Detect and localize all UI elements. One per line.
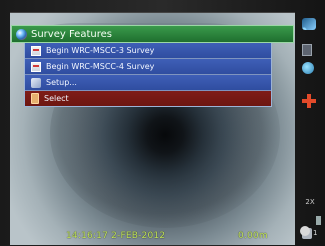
menu-item-setup[interactable]: Setup...	[25, 75, 271, 91]
memory-card-icon	[302, 44, 312, 56]
network-icon	[302, 62, 314, 74]
distance-overlay: 0.00m	[238, 231, 268, 241]
globe-icon	[16, 28, 27, 40]
menu-item-label: Setup...	[46, 78, 77, 87]
menu-title: Survey Features	[31, 28, 112, 40]
directional-pad-icon	[302, 94, 316, 108]
setup-tools-icon	[31, 77, 41, 88]
menu-item-begin-wrc-mscc-3[interactable]: Begin WRC-MSCC-3 Survey	[25, 43, 271, 59]
indicator-icon	[316, 216, 321, 225]
bottom-count: 1	[313, 229, 318, 237]
survey-document-icon	[31, 61, 41, 72]
menu-items: Begin WRC-MSCC-3 Survey Begin WRC-MSCC-4…	[24, 43, 272, 107]
menu-item-select[interactable]: Select	[25, 91, 271, 106]
menu-item-label: Begin WRC-MSCC-3 Survey	[46, 46, 155, 55]
wifi-icon	[302, 18, 316, 30]
menu-item-label: Begin WRC-MSCC-4 Survey	[46, 62, 155, 71]
menu-item-begin-wrc-mscc-4[interactable]: Begin WRC-MSCC-4 Survey	[25, 59, 271, 75]
survey-features-menu: Survey Features Begin WRC-MSCC-3 Survey …	[10, 25, 294, 107]
zoom-icon: 2X	[302, 198, 318, 214]
status-sidebar: 2X	[299, 18, 323, 242]
camera-screen: Survey Features Begin WRC-MSCC-3 Survey …	[10, 12, 295, 245]
select-icon	[31, 93, 39, 104]
menu-item-label: Select	[44, 94, 69, 103]
timestamp-overlay: 14:16:17 2-FEB-2012	[66, 231, 166, 241]
survey-document-icon	[31, 45, 41, 56]
menu-title-bar: Survey Features	[11, 25, 294, 43]
camera-icon	[300, 226, 310, 236]
zoom-label: 2X	[305, 198, 315, 206]
